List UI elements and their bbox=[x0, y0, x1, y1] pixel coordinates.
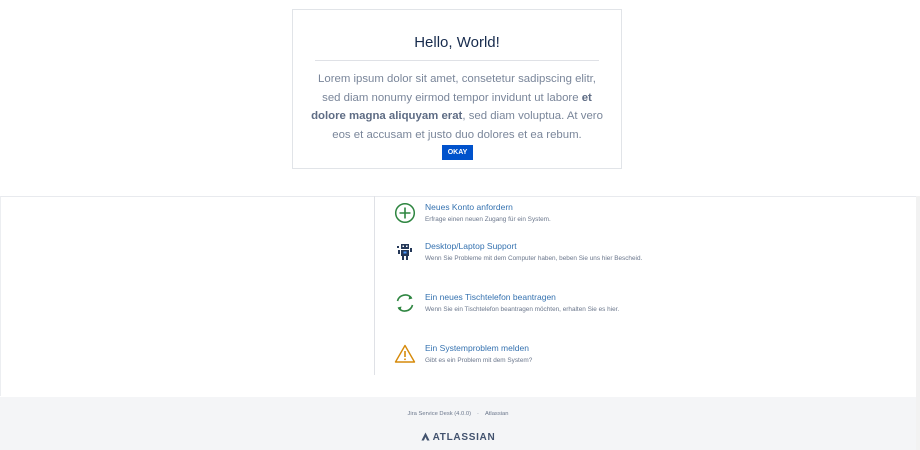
panel-divider bbox=[374, 196, 375, 375]
dialog: Hello, World! Lorem ipsum dolor sit amet… bbox=[292, 9, 622, 169]
atlassian-logo[interactable]: ATLASSIAN bbox=[0, 432, 916, 443]
footer-separator: · bbox=[477, 411, 479, 417]
footer-info: Jira Service Desk (4.0.0) · Atlassian bbox=[0, 411, 916, 417]
warning-icon bbox=[394, 343, 416, 365]
request-type-title[interactable]: Ein Systemproblem melden bbox=[425, 343, 529, 353]
atlassian-icon bbox=[421, 432, 430, 441]
request-type-title[interactable]: Ein neues Tischtelefon beantragen bbox=[425, 292, 556, 302]
request-type-title[interactable]: Neues Konto anfordern bbox=[425, 202, 513, 212]
footer: Jira Service Desk (4.0.0) · Atlassian ATLA… bbox=[0, 397, 916, 450]
footer-vendor-link[interactable]: Atlassian bbox=[485, 411, 509, 417]
add-circle-icon bbox=[394, 202, 416, 224]
footer-product: Jira Service Desk (4.0.0) bbox=[407, 411, 471, 417]
dialog-title: Hello, World! bbox=[414, 34, 500, 51]
atlassian-wordmark: ATLASSIAN bbox=[432, 432, 496, 443]
dialog-text-start: Lorem ipsum dolor sit amet, consetetur s… bbox=[318, 73, 596, 104]
request-type-description: Erfrage einen neuen Zugang für ein Syste… bbox=[425, 216, 551, 223]
dialog-divider bbox=[315, 60, 599, 61]
request-type-description: Wenn Sie Probleme mit dem Computer haben… bbox=[425, 255, 643, 262]
refresh-icon bbox=[394, 292, 416, 314]
request-type-description: Wenn Sie ein Tischtelefon beantragen möc… bbox=[425, 306, 620, 313]
request-type-title[interactable]: Desktop/Laptop Support bbox=[425, 241, 517, 251]
robot-icon bbox=[394, 241, 416, 263]
dialog-body: Lorem ipsum dolor sit amet, consetetur s… bbox=[311, 70, 603, 144]
scrollbar[interactable] bbox=[916, 196, 920, 450]
request-type-description: Gibt es ein Problem mit dem System? bbox=[425, 357, 533, 364]
okay-button[interactable]: OKAY bbox=[442, 145, 473, 160]
